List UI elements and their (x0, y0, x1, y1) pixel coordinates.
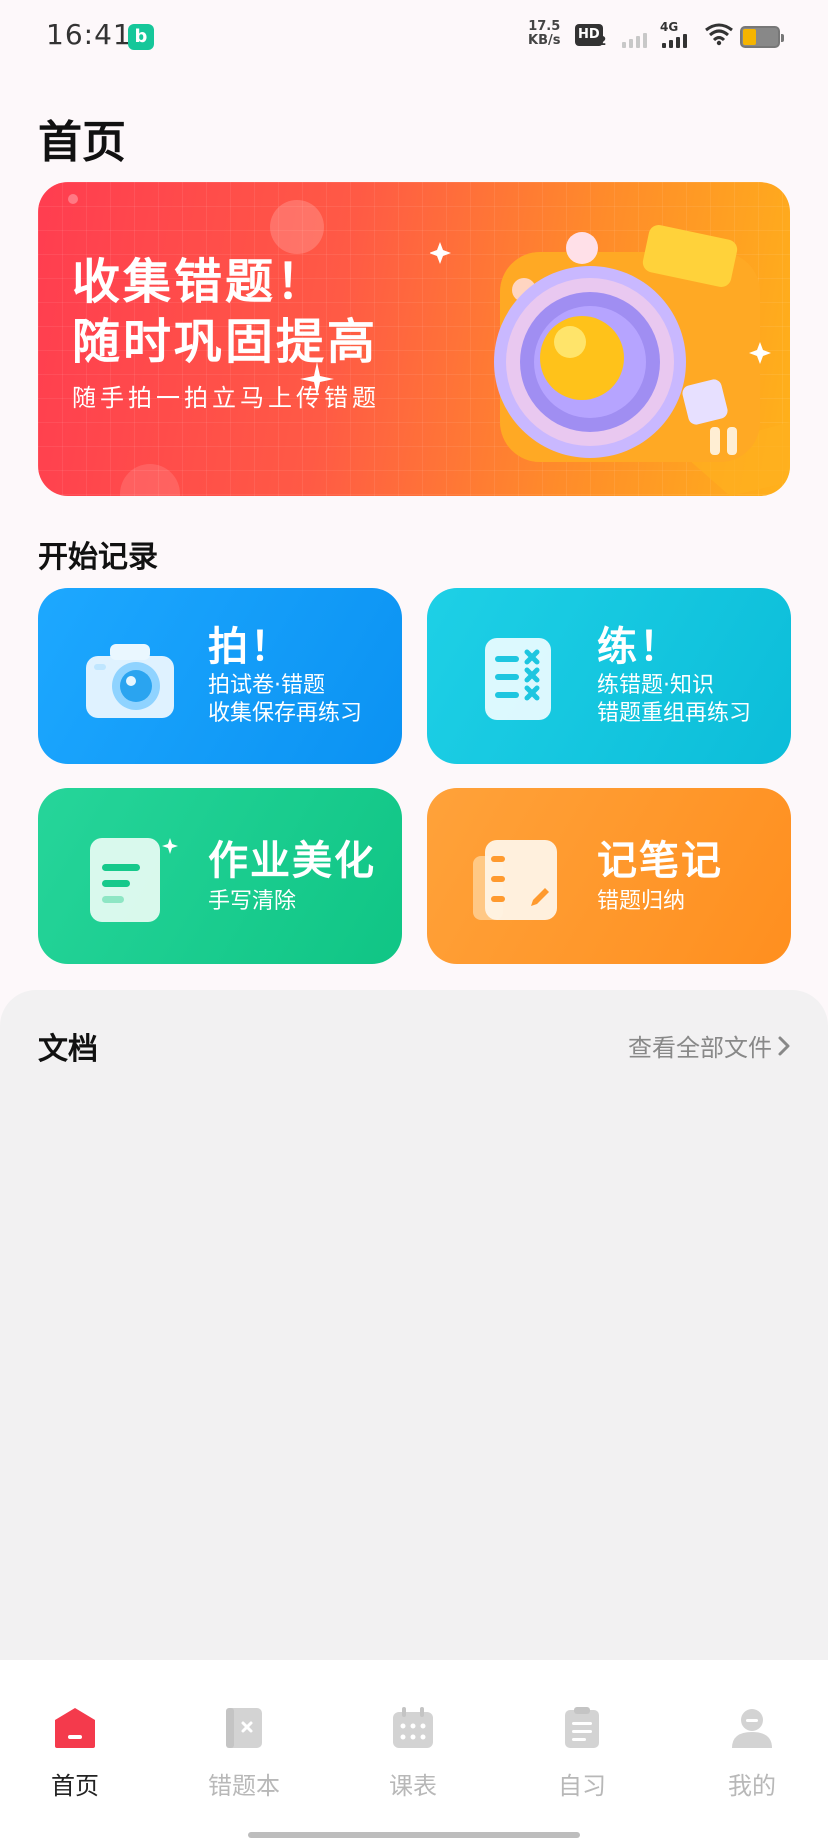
tab-label: 错题本 (208, 1772, 280, 1800)
clipboard-icon (565, 1707, 599, 1748)
card-description: 手写清除 (208, 889, 297, 914)
card-description: 拍试卷·错题 收集保存再练习 (208, 673, 363, 726)
mistake-book-icon (226, 1708, 262, 1748)
document-beautify-icon (90, 838, 178, 922)
tab-label: 首页 (51, 1772, 99, 1800)
tab-profile[interactable]: 我的 (692, 1706, 812, 1801)
section-title-start-record: 开始记录 (38, 540, 158, 575)
notebook-icon (473, 840, 557, 920)
tab-label: 自习 (558, 1772, 606, 1800)
view-all-files-link[interactable]: 查看全部文件 (628, 1028, 792, 1063)
signal-sim2-icon (662, 30, 687, 48)
calendar-icon (393, 1707, 433, 1748)
tab-mistake-book[interactable]: 错题本 (184, 1706, 304, 1801)
network-speed-unit: KB/s (528, 33, 561, 48)
chevron-right-icon (778, 1036, 790, 1055)
sparkle-icon (300, 362, 334, 396)
camera-illustration-icon (430, 225, 790, 496)
profile-icon (732, 1709, 772, 1748)
network-speed-value: 17.5 (528, 19, 561, 34)
signal-sim1-icon (622, 24, 647, 48)
network-speed: 17.5 KB/s (528, 20, 560, 48)
app-notification-icon: b (128, 24, 154, 50)
tab-self-study[interactable]: 自习 (522, 1706, 642, 1801)
status-time: 16:41 (46, 18, 132, 51)
card-description: 错题归纳 (597, 889, 686, 914)
hd-voice-sub: 2 (598, 34, 607, 48)
card-title: 记笔记 (597, 838, 723, 884)
status-bar: 16:41 b 17.5 KB/s HD 2 4G (0, 0, 828, 76)
page-title: 首页 (38, 117, 126, 168)
notes-card[interactable]: 记笔记 错题归纳 (427, 788, 791, 964)
card-title: 拍！ (208, 624, 292, 670)
card-title: 练！ (597, 624, 681, 670)
documents-panel (0, 990, 828, 1660)
practice-card[interactable]: 练！ 练错题·知识 错题重组再练习 (427, 588, 791, 764)
card-description: 练错题·知识 错题重组再练习 (597, 673, 752, 726)
wifi-icon (705, 23, 733, 46)
banner-headline: 收集错题！ 随时巩固提高 (72, 252, 378, 372)
promo-banner[interactable]: 收集错题！ 随时巩固提高 随手拍一拍立马上传错题 (38, 182, 790, 496)
shoot-card[interactable]: 拍！ 拍试卷·错题 收集保存再练习 (38, 588, 402, 764)
tab-schedule[interactable]: 课表 (353, 1706, 473, 1801)
camera-icon (86, 644, 174, 718)
tab-label: 我的 (728, 1772, 776, 1800)
tab-home[interactable]: 首页 (15, 1706, 135, 1801)
documents-title: 文档 (38, 1032, 98, 1067)
home-icon (55, 1708, 95, 1748)
home-indicator[interactable] (248, 1832, 580, 1838)
banner-headline-line1: 收集错题！ (72, 254, 328, 310)
tab-label: 课表 (389, 1772, 437, 1800)
view-all-files-label: 查看全部文件 (628, 1034, 772, 1062)
card-title: 作业美化 (208, 838, 376, 884)
homework-beautify-card[interactable]: 作业美化 手写清除 (38, 788, 402, 964)
practice-list-icon (485, 638, 551, 720)
battery-icon (740, 26, 784, 48)
